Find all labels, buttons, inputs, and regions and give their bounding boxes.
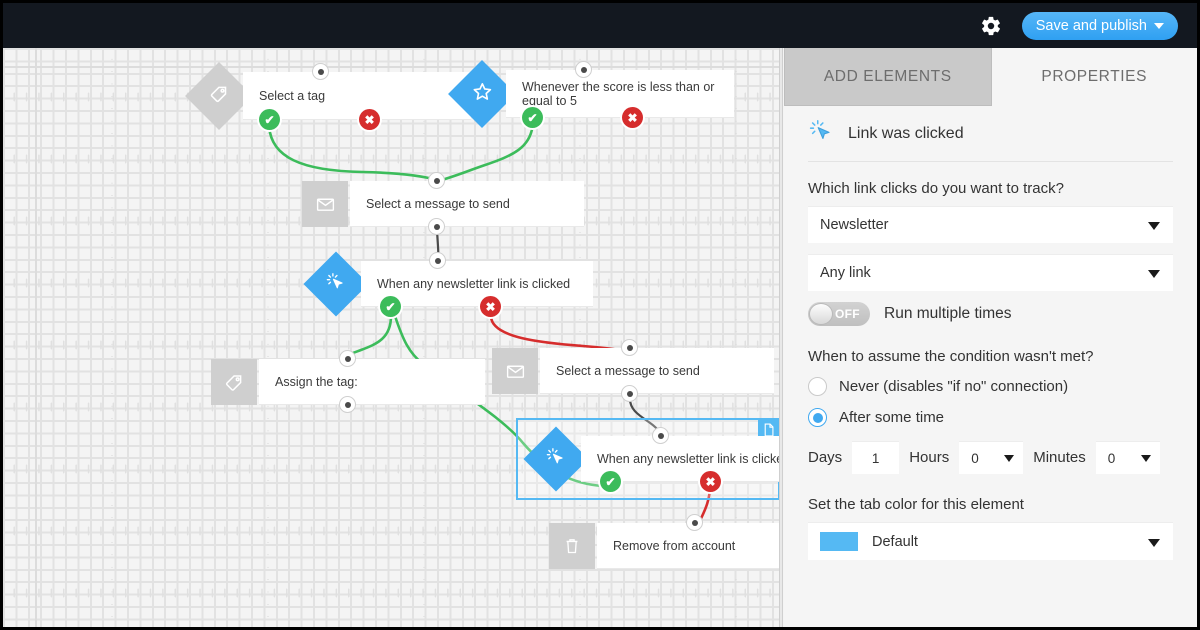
node-yes-badge[interactable]: ✔ xyxy=(600,471,621,492)
toggle-state-label: OFF xyxy=(835,307,860,321)
node-input-port[interactable] xyxy=(575,61,592,78)
link-which-value: Any link xyxy=(820,265,871,281)
minutes-value: 0 xyxy=(1107,450,1116,466)
properties-panel: ADD ELEMENTS PROPERTIES Link was clicked xyxy=(784,48,1197,627)
gear-icon[interactable] xyxy=(976,11,1006,41)
radio-row-after-some-time[interactable]: After some time xyxy=(808,408,1173,427)
click-cursor-icon xyxy=(808,118,834,149)
tag-icon xyxy=(211,359,257,405)
radio-never-label: Never (disables "if no" connection) xyxy=(839,378,1069,395)
tab-add-elements-label: ADD ELEMENTS xyxy=(823,67,952,85)
workflow-node-label: Remove from account xyxy=(597,523,779,569)
node-output-port[interactable] xyxy=(428,218,445,235)
node-yes-badge[interactable]: ✔ xyxy=(259,109,280,130)
link-source-value: Newsletter xyxy=(820,217,889,233)
link-which-select[interactable]: Any link xyxy=(808,254,1173,291)
workflow-node-label: Assign the tag: xyxy=(259,359,485,405)
node-input-port[interactable] xyxy=(312,63,329,80)
node-input-port[interactable] xyxy=(339,350,356,367)
click-cursor-icon xyxy=(303,251,369,317)
node-output-port[interactable] xyxy=(621,385,638,402)
envelope-icon xyxy=(492,348,538,394)
node-no-badge[interactable]: ✖ xyxy=(700,471,721,492)
node-input-port[interactable] xyxy=(652,427,669,444)
save-and-publish-label: Save and publish xyxy=(1035,17,1147,34)
node-input-port[interactable] xyxy=(686,514,703,531)
condition-question-label: When to assume the condition wasn't met? xyxy=(808,348,1094,365)
workflow-node-assign-tag[interactable]: Assign the tag: xyxy=(211,350,485,413)
tab-color-value: Default xyxy=(872,533,918,550)
chevron-down-icon xyxy=(1004,455,1015,462)
chevron-down-icon xyxy=(1148,270,1160,278)
link-source-select[interactable]: Newsletter xyxy=(808,206,1173,243)
click-cursor-icon xyxy=(523,426,589,492)
workflow-node-send-message-2[interactable]: Select a message to send xyxy=(492,339,774,402)
workflow-node-send-message-1[interactable]: Select a message to send xyxy=(302,172,584,235)
run-multiple-toggle[interactable]: OFF xyxy=(808,302,870,326)
run-multiple-label: Run multiple times xyxy=(884,305,1012,322)
node-input-port[interactable] xyxy=(429,252,446,269)
run-multiple-row: OFF Run multiple times xyxy=(808,302,1173,326)
tab-properties[interactable]: PROPERTIES xyxy=(991,48,1197,106)
workflow-editor-app: Save and publish Select a tag ✔ ✖ Whenev… xyxy=(0,0,1200,630)
save-and-publish-button[interactable]: Save and publish xyxy=(1021,11,1178,40)
element-header: Link was clicked xyxy=(808,106,1173,162)
envelope-icon xyxy=(302,181,348,227)
radio-row-never[interactable]: Never (disables "if no" connection) xyxy=(808,377,1173,396)
top-toolbar: Save and publish xyxy=(3,3,1197,48)
toggle-knob xyxy=(809,303,833,325)
hours-value: 0 xyxy=(971,450,979,466)
link-question-label: Which link clicks do you want to track? xyxy=(808,180,1064,197)
workflow-node-select-a-tag[interactable]: Select a tag ✔ ✖ xyxy=(185,62,471,130)
workflow-node-label: Select a message to send xyxy=(540,348,774,394)
chevron-down-icon xyxy=(1148,222,1160,230)
workflow-node-link-clicked-1[interactable]: When any newsletter link is clicked ✔ ✖ xyxy=(303,251,593,317)
radio-after-some-time[interactable] xyxy=(808,408,827,427)
node-input-port[interactable] xyxy=(621,339,638,356)
tab-add-elements[interactable]: ADD ELEMENTS xyxy=(784,48,992,106)
node-yes-badge[interactable]: ✔ xyxy=(522,107,543,128)
minutes-label: Minutes xyxy=(1033,449,1086,466)
hours-label: Hours xyxy=(909,449,950,466)
tab-color-question-label: Set the tab color for this element xyxy=(808,496,1024,513)
days-label: Days xyxy=(808,449,843,466)
panel-tabs: ADD ELEMENTS PROPERTIES xyxy=(784,48,1197,106)
node-yes-badge[interactable]: ✔ xyxy=(380,296,401,317)
node-output-port[interactable] xyxy=(339,396,356,413)
radio-never[interactable] xyxy=(808,377,827,396)
node-no-badge[interactable]: ✖ xyxy=(622,107,643,128)
color-swatch xyxy=(820,532,858,551)
trash-icon xyxy=(549,523,595,569)
chevron-down-icon xyxy=(1154,22,1164,29)
hours-select[interactable]: 0 xyxy=(959,441,1024,474)
workflow-canvas[interactable]: Select a tag ✔ ✖ Whenever the score is l… xyxy=(3,48,779,627)
panel-divider[interactable] xyxy=(779,48,783,627)
days-input[interactable]: 1 xyxy=(852,441,900,474)
workflow-node-label: Select a message to send xyxy=(350,181,584,227)
properties-panel-body: Link was clicked Which link clicks do yo… xyxy=(784,106,1197,560)
node-input-port[interactable] xyxy=(428,172,445,189)
chevron-down-icon xyxy=(1148,538,1160,547)
tab-color-select[interactable]: Default xyxy=(808,522,1173,560)
node-no-badge[interactable]: ✖ xyxy=(480,296,501,317)
workflow-node-remove-from-account[interactable]: Remove from account xyxy=(549,514,779,569)
chevron-down-icon xyxy=(1140,455,1151,462)
workflow-node-score-condition[interactable]: Whenever the score is less than or equal… xyxy=(448,60,734,128)
element-title: Link was clicked xyxy=(848,124,964,142)
tab-properties-label: PROPERTIES xyxy=(1041,68,1148,85)
workflow-node-link-clicked-2[interactable]: When any newsletter link is clicked ✔ ✖ xyxy=(523,426,779,492)
node-no-badge[interactable]: ✖ xyxy=(359,109,380,130)
radio-after-some-time-label: After some time xyxy=(839,409,945,426)
time-inputs-row: Days 1 Hours 0 Minutes 0 xyxy=(808,441,1173,474)
minutes-select[interactable]: 0 xyxy=(1095,441,1160,474)
